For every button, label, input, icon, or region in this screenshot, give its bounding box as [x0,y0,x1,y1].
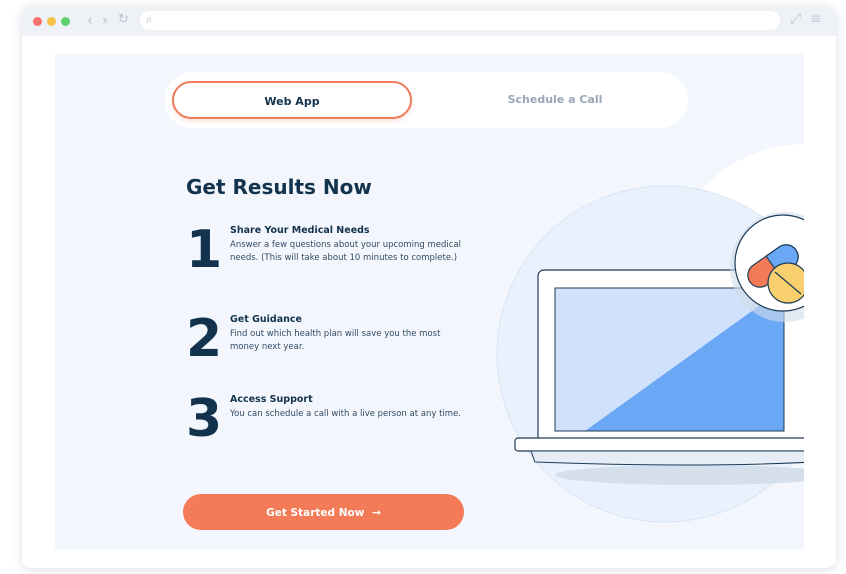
arrow-right-icon: → [372,507,381,519]
step-description: You can schedule a call with a live pers… [230,409,461,419]
address-bar[interactable]: ⌕ [140,11,780,30]
tab-web-app[interactable]: Web App [172,81,412,119]
close-window-button[interactable] [33,17,42,26]
reload-icon[interactable]: ↻ [118,11,129,29]
menu-icon[interactable]: ≡ [810,11,822,27]
page-title: Get Results Now [186,175,372,199]
laptop-illustration [496,144,804,523]
step-description: Find out which health plan will save you… [230,329,441,352]
browser-toolbar: ‹ › ↻ ⌕ ⤢ ≡ [22,6,836,36]
browser-window: ‹ › ↻ ⌕ ⤢ ≡ Web App Schedule a Call Get … [22,6,836,568]
mode-tabs: Web App Schedule a Call [165,72,688,128]
get-started-button[interactable]: Get Started Now → [183,494,464,530]
step-title: Get Guidance [230,314,302,325]
forward-icon[interactable]: › [102,11,108,29]
back-icon[interactable]: ‹ [87,11,93,29]
step-number: 2 [186,309,223,369]
page-content: Web App Schedule a Call Get Results Now … [55,54,804,550]
step-number: 3 [186,389,223,449]
maximize-window-button[interactable] [61,17,70,26]
step-title: Access Support [230,394,313,405]
step-number: 1 [186,220,223,280]
get-started-label: Get Started Now [266,507,365,519]
step-title: Share Your Medical Needs [230,225,370,236]
minimize-window-button[interactable] [47,17,56,26]
tablet-icon [767,262,804,304]
search-icon: ⌕ [146,12,153,26]
tab-schedule-a-call[interactable]: Schedule a Call [455,81,655,119]
step-description: Answer a few questions about your upcomi… [230,240,461,263]
expand-icon[interactable]: ⤢ [790,11,801,27]
